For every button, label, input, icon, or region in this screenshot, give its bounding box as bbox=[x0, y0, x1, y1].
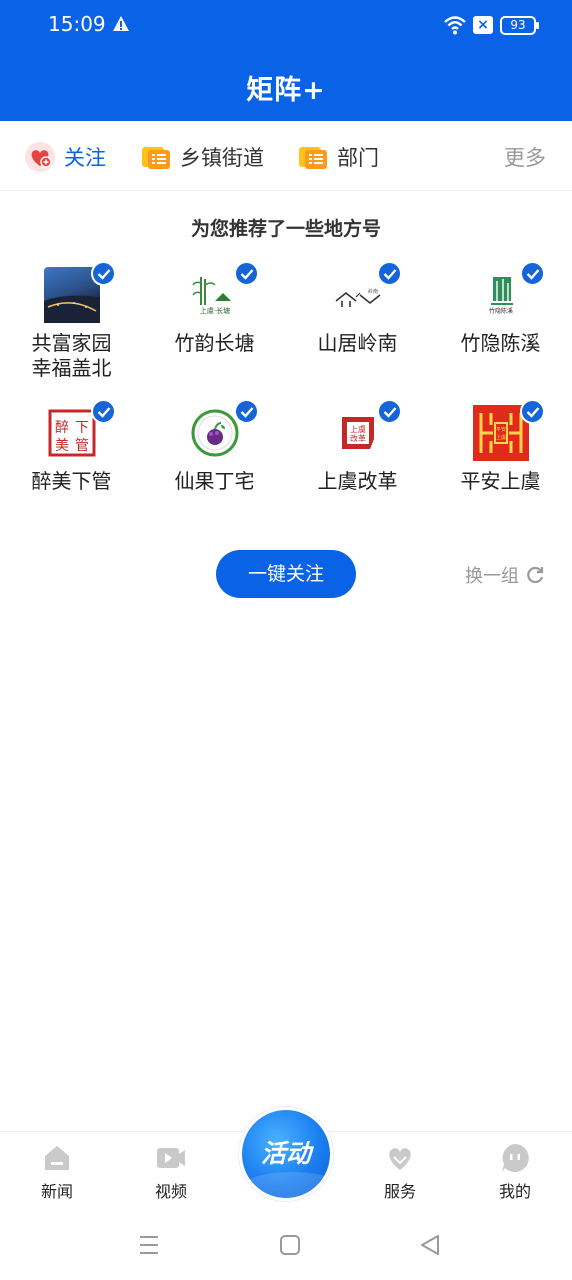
account-logo: 岭南 bbox=[329, 261, 402, 323]
account-name: 共富家园 幸福盖北 bbox=[31, 331, 112, 380]
selected-check-icon bbox=[233, 261, 259, 286]
heart-plus-icon bbox=[24, 141, 56, 173]
svg-text:上虞·长塘: 上虞·长塘 bbox=[199, 306, 229, 315]
account-name: 平安上虞 bbox=[460, 469, 541, 493]
back-icon[interactable] bbox=[419, 1233, 441, 1257]
system-nav-bar bbox=[0, 1211, 572, 1280]
recommend-title: 为您推荐了一些地方号 bbox=[190, 218, 381, 240]
account-logo: 平安 上虞 bbox=[472, 399, 545, 461]
sim-off-icon: × bbox=[473, 16, 493, 34]
account-item[interactable]: 平安 上虞 平安上虞 bbox=[429, 399, 572, 494]
list-doc-icon bbox=[140, 141, 172, 173]
svg-text:上虞: 上虞 bbox=[350, 424, 366, 434]
svg-text:改革: 改革 bbox=[350, 433, 366, 443]
svg-text:上虞: 上虞 bbox=[495, 434, 505, 441]
selected-check-icon bbox=[90, 399, 116, 424]
refresh-label: 换一组 bbox=[465, 566, 519, 587]
selected-check-icon bbox=[376, 261, 402, 286]
activity-button[interactable]: 活动 bbox=[239, 1107, 333, 1201]
selected-check-icon bbox=[519, 399, 545, 424]
refresh-button[interactable]: 换一组 bbox=[465, 562, 545, 588]
app-header: 15:09 × 93 矩阵+ bbox=[0, 0, 572, 121]
nav-video-label: 视频 bbox=[154, 1182, 187, 1201]
account-logo: 醉下美管 bbox=[43, 399, 116, 461]
nav-service[interactable]: 服务 bbox=[360, 1142, 440, 1202]
video-icon bbox=[155, 1142, 187, 1174]
wifi-icon bbox=[444, 16, 466, 35]
account-name: 竹韵长塘 bbox=[174, 331, 255, 355]
list-doc-icon bbox=[297, 141, 329, 173]
account-name: 醉美下管 bbox=[31, 469, 112, 493]
selected-check-icon bbox=[233, 399, 259, 424]
account-name: 山居岭南 bbox=[317, 331, 398, 355]
svg-text:竹隐陈溪: 竹隐陈溪 bbox=[488, 307, 512, 315]
heart-icon bbox=[384, 1142, 416, 1174]
tab-more[interactable]: 更多 bbox=[504, 141, 546, 173]
nav-mine[interactable]: 我的 bbox=[475, 1142, 555, 1202]
home-square-icon[interactable] bbox=[279, 1233, 301, 1257]
svg-text:醉: 醉 bbox=[55, 420, 69, 436]
refresh-icon bbox=[527, 566, 544, 584]
account-logo: 竹隐陈溪 bbox=[472, 261, 545, 323]
channel-tabs: 关注 乡镇街道 部门 更多 bbox=[0, 121, 572, 191]
tab-towns-label: 乡镇街道 bbox=[180, 146, 264, 170]
account-item[interactable]: 上虞·长塘 竹韵长塘 bbox=[143, 261, 286, 356]
svg-text:管: 管 bbox=[75, 438, 89, 454]
nav-news-label: 新闻 bbox=[40, 1182, 73, 1201]
svg-text:岭南: 岭南 bbox=[368, 288, 378, 295]
selected-check-icon bbox=[376, 399, 402, 424]
status-time: 15:09 bbox=[48, 12, 106, 36]
tab-follow-label: 关注 bbox=[64, 146, 106, 170]
svg-text:下: 下 bbox=[75, 420, 89, 436]
nav-service-label: 服务 bbox=[383, 1182, 416, 1201]
tab-departments[interactable]: 部门 bbox=[297, 141, 379, 173]
selected-check-icon bbox=[519, 261, 545, 286]
tab-follow[interactable]: 关注 bbox=[24, 141, 106, 173]
account-logo bbox=[43, 261, 116, 323]
battery-indicator: 93 bbox=[500, 16, 539, 35]
account-name: 竹隐陈溪 bbox=[460, 331, 541, 355]
user-icon bbox=[499, 1142, 531, 1174]
account-item[interactable]: 上虞 改革 上虞改革 bbox=[286, 399, 429, 494]
tab-departments-label: 部门 bbox=[337, 146, 379, 170]
account-item[interactable]: 共富家园 幸福盖北 bbox=[0, 261, 143, 381]
account-item[interactable]: 竹隐陈溪 竹隐陈溪 bbox=[429, 261, 572, 356]
account-name: 上虞改革 bbox=[317, 469, 398, 493]
nav-mine-label: 我的 bbox=[498, 1182, 531, 1201]
follow-all-button[interactable]: 一键关注 bbox=[216, 550, 356, 598]
account-logo bbox=[186, 399, 259, 461]
page-title: 矩阵+ bbox=[246, 75, 326, 106]
account-item[interactable]: 岭南 山居岭南 bbox=[286, 261, 429, 356]
account-item[interactable]: 仙果丁宅 bbox=[143, 399, 286, 494]
svg-text:平安: 平安 bbox=[495, 426, 505, 433]
svg-text:美: 美 bbox=[55, 438, 69, 454]
account-item[interactable]: 醉下美管 醉美下管 bbox=[0, 399, 143, 494]
warning-icon bbox=[113, 16, 129, 31]
account-logo: 上虞 改革 bbox=[329, 399, 402, 461]
account-logo: 上虞·长塘 bbox=[186, 261, 259, 323]
menu-icon[interactable] bbox=[137, 1233, 161, 1257]
nav-video[interactable]: 视频 bbox=[131, 1142, 211, 1202]
selected-check-icon bbox=[90, 261, 116, 286]
account-name: 仙果丁宅 bbox=[174, 469, 255, 493]
home-icon bbox=[41, 1142, 73, 1174]
status-bar: 15:09 × 93 bbox=[0, 0, 572, 52]
nav-news[interactable]: 新闻 bbox=[17, 1142, 97, 1202]
tab-towns[interactable]: 乡镇街道 bbox=[140, 141, 264, 173]
